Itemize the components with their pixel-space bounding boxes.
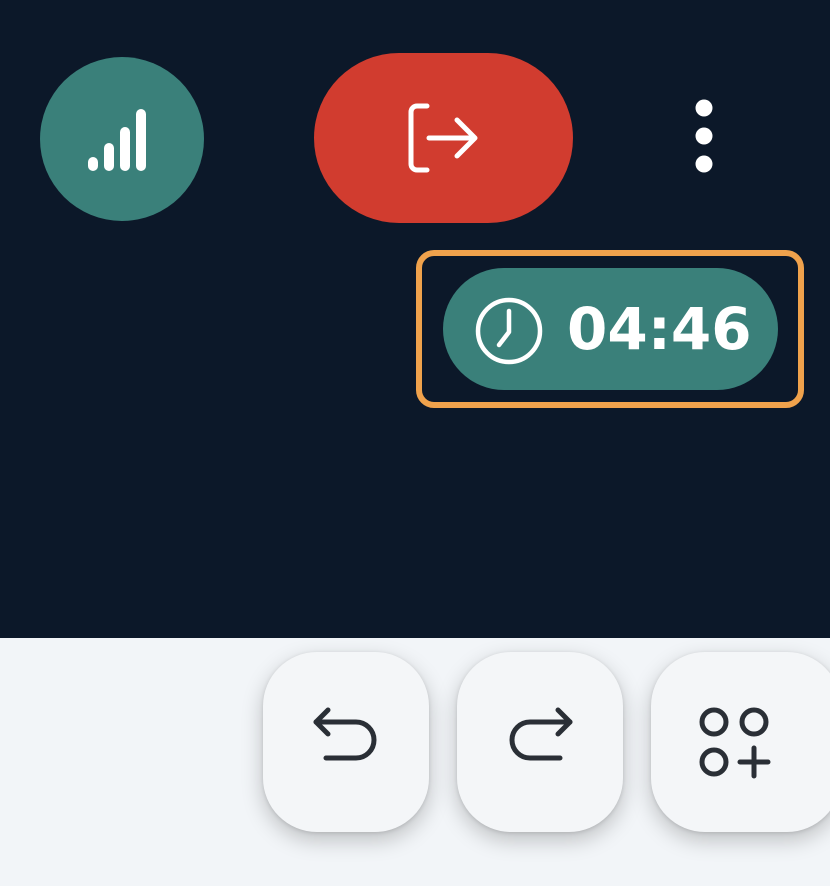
signal-strength-icon: [88, 109, 146, 171]
app-window: 04:46: [0, 0, 830, 886]
clock-icon: [475, 297, 543, 365]
more-options-button[interactable]: [680, 90, 728, 182]
timer-value: 04:46: [567, 295, 752, 363]
redo-button[interactable]: [457, 652, 623, 832]
redo-icon: [509, 707, 573, 761]
add-apps-button[interactable]: [651, 652, 830, 832]
undo-button[interactable]: [263, 652, 429, 832]
meeting-header: 04:46: [0, 0, 830, 638]
undo-icon: [313, 707, 377, 761]
meeting-timer: 04:46: [443, 268, 778, 390]
network-quality-button[interactable]: [40, 57, 204, 221]
vertical-ellipsis-icon: [695, 99, 713, 173]
leave-button[interactable]: [314, 53, 573, 223]
leave-arrow-icon: [408, 103, 477, 173]
add-apps-icon: [699, 707, 771, 779]
